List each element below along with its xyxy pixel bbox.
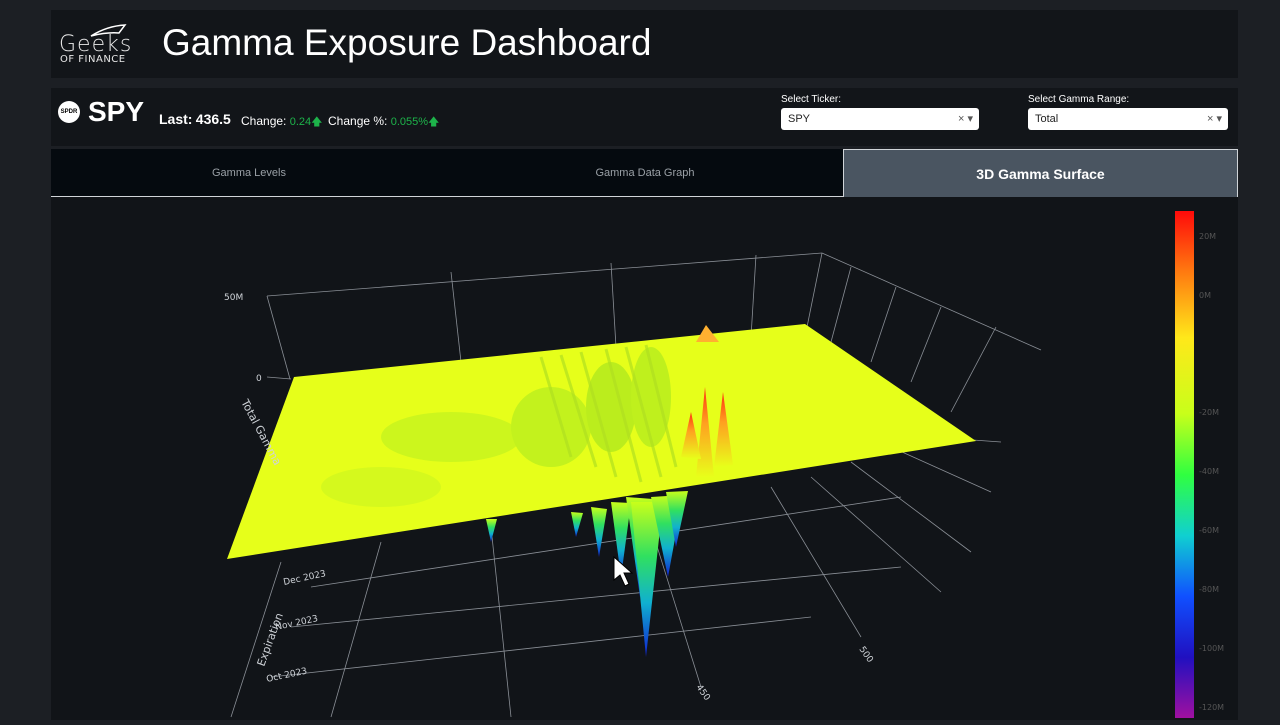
change-label: Change: [241,114,287,128]
x-tick: 450 [694,683,712,703]
range-select-controls: × ▾ [1207,112,1222,125]
tab-gamma-data-graph[interactable]: Gamma Data Graph [447,149,843,197]
ticker-select-value: SPY [788,113,811,125]
change-pct-label: Change %: [328,114,388,128]
change-percent: Change %: 0.055%🡅 [328,113,439,132]
colorbar [1175,211,1194,718]
tab-3d-gamma-surface[interactable]: 3D Gamma Surface [843,149,1238,197]
x-tick: 500 [857,645,875,665]
range-select-label: Select Gamma Range: [1028,94,1130,105]
change: Change: 0.24🡅 [241,113,322,132]
surface-svg[interactable]: 50M 0 Total Gamma Dec 2023 Nov 2023 Oct … [51,197,1238,720]
z-tick: 50M [224,293,243,303]
geeks-of-finance-logo: Geeks OF FINANCE [59,24,151,66]
z-tick: 0 [256,374,262,384]
tab-gamma-levels[interactable]: Gamma Levels [51,149,447,197]
colorbar-tick: 0M [1199,291,1211,300]
chevron-down-icon[interactable]: ▾ [967,113,973,125]
ticker-select-controls: × ▾ [958,112,973,125]
chevron-down-icon[interactable]: ▾ [1216,113,1222,125]
change-pct-value: 0.055% [390,116,429,128]
colorbar-tick: -60M [1199,526,1219,535]
range-select-value: Total [1035,113,1059,125]
y-axis-title: Expiration [255,611,286,668]
gamma-range-select[interactable]: Total × ▾ [1028,108,1228,130]
ticker-symbol: SPY [88,96,145,127]
ticker-info-bar: SPDR SPY Last: 436.5 Change: 0.24🡅 Chang… [51,88,1238,146]
colorbar-tick: -40M [1199,467,1219,476]
clear-icon[interactable]: × [1207,113,1213,125]
colorbar-tick: -100M [1199,644,1224,653]
negative-gamma-spikes [486,491,688,657]
colorbar-tick: -120M [1199,703,1224,712]
tab-bar: Gamma Levels Gamma Data Graph 3D Gamma S… [51,149,1238,197]
clear-icon[interactable]: × [958,113,964,125]
logo-text-bottom: OF FINANCE [60,54,126,65]
up-arrow-icon: 🡅 [311,116,323,128]
spdr-badge-icon: SPDR [58,101,80,123]
gamma-surface-plot[interactable]: 50M 0 Total Gamma Dec 2023 Nov 2023 Oct … [51,197,1238,720]
last-value: 436.5 [195,111,231,127]
up-arrow-icon: 🡅 [428,116,440,128]
colorbar-tick: 20M [1199,232,1216,241]
y-tick: Oct 2023 [266,667,309,685]
last-label: Last: [159,111,193,127]
ticker-select-label: Select Ticker: [781,94,842,105]
change-value: 0.24 [289,116,312,128]
last-price: Last: 436.5 [159,111,231,127]
ticker-select[interactable]: SPY × ▾ [781,108,979,130]
page-title: Gamma Exposure Dashboard [162,22,652,63]
colorbar-tick: -20M [1199,408,1219,417]
colorbar-tick: -80M [1199,585,1219,594]
y-tick: Dec 2023 [283,569,327,588]
app-header: Geeks OF FINANCE Gamma Exposure Dashboar… [51,10,1238,78]
